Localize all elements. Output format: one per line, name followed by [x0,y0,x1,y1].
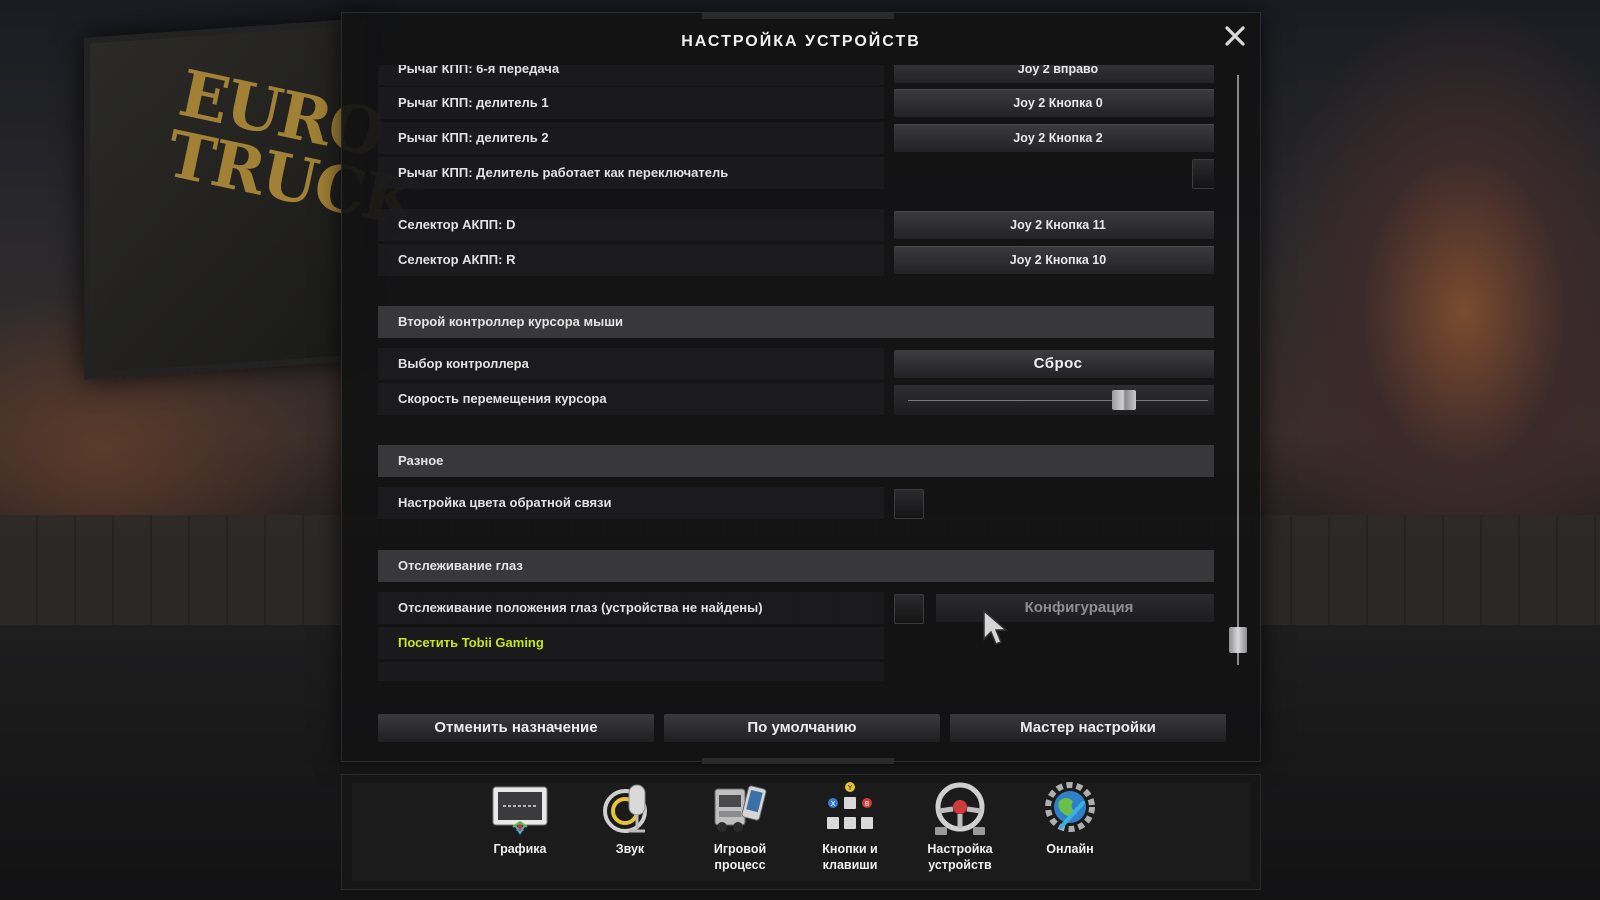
svg-text:Y: Y [847,784,853,792]
close-icon[interactable] [1222,23,1248,49]
row-label: Выбор контроллера [378,348,884,380]
bind-button-splitter-2[interactable]: Joy 2 Кнопка 2 [894,124,1214,152]
bind-button-auto-d[interactable]: Joy 2 Кнопка 11 [894,211,1214,239]
row-label: Рычаг КПП: 6-я передача [378,65,884,85]
row-auto-d: Селектор АКПП: D Joy 2 Кнопка 11 [378,209,1214,241]
feedback-color-checkbox[interactable] [894,489,924,519]
section-header-eye-tracking: Отслеживание глаз [378,550,1214,582]
row-eye-tracking: Отслеживание положения глаз (устройства … [378,592,1214,624]
slider-track [908,400,1208,401]
nav-label-keys-2: клавиши [822,858,878,872]
nav-label-devices-2: устройств [928,858,992,872]
row-label: Селектор АКПП: R [378,244,884,276]
row-label: Рычаг КПП: Делитель работает как переклю… [378,157,884,189]
settings-list[interactable]: Рычаг КПП: 6-я передача Joy 2 вправо Рыч… [378,65,1214,681]
scrollbar-thumb[interactable] [1229,627,1247,653]
row-label: Скорость перемещения курсора [378,383,884,415]
nav-label-gameplay-2: процесс [714,858,766,872]
svg-text:X: X [831,800,836,808]
microphone-icon [603,784,647,833]
gamepad-keys-icon: Y X B [827,782,873,829]
svg-text:B: B [865,800,870,808]
bind-button-splitter-1[interactable]: Joy 2 Кнопка 0 [894,89,1214,117]
device-settings-dialog: НАСТРОЙКА УСТРОЙСТВ Рычаг КПП: 6-я перед… [341,12,1261,764]
row-auto-r: Селектор АКПП: R Joy 2 Кнопка 10 [378,244,1214,276]
nav-item-online[interactable]: Онлайн [1020,781,1120,877]
configuration-button[interactable]: Конфигурация [936,594,1214,622]
steering-wheel-icon [935,782,985,835]
setup-wizard-button[interactable]: Мастер настройки [950,714,1226,742]
scrollbar-track[interactable] [1237,75,1239,665]
tobii-gaming-link[interactable]: Посетить Tobii Gaming [378,627,884,659]
truck-phone-icon [714,785,767,832]
settings-navigation-bar: Графика Звук Игровой процесс Y X B Кнопк… [341,774,1261,890]
row-label: Отслеживание положения глаз (устройства … [378,592,884,624]
slider-thumb[interactable] [1112,390,1137,410]
row-label: Рычаг КПП: делитель 1 [378,87,884,119]
dialog-tab-bottom [702,758,894,764]
bind-button-auto-r[interactable]: Joy 2 Кнопка 10 [894,246,1214,274]
default-button[interactable]: По умолчанию [664,714,940,742]
row-label: Рычаг КПП: делитель 2 [378,122,884,154]
row-label: Селектор АКПП: D [378,209,884,241]
dialog-tab-top [702,13,894,19]
nav-item-graphics[interactable]: Графика [470,781,570,877]
nav-item-gameplay[interactable]: Игровой процесс [690,781,790,877]
background-sunset [1260,0,1600,520]
nav-item-sound[interactable]: Звук [580,781,680,877]
section-header-mouse: Второй контроллер курсора мыши [378,306,1214,338]
globe-gear-icon [1045,782,1095,832]
nav-label-sound: Звук [615,842,645,856]
nav-label-online: Онлайн [1046,842,1094,856]
nav-label-devices-1: Настройка [927,842,993,856]
row-empty [378,662,1214,681]
row-label: Настройка цвета обратной связи [378,487,884,519]
nav-item-keys[interactable]: Y X B Кнопки и клавиши [800,781,900,877]
cursor-speed-slider[interactable] [894,385,1214,415]
row-feedback-color: Настройка цвета обратной связи [378,487,1214,519]
monitor-icon [492,786,548,835]
bind-button-gear-6[interactable]: Joy 2 вправо [894,65,1214,83]
eye-tracking-checkbox[interactable] [894,594,924,624]
row-splitter-toggle: Рычаг КПП: Делитель работает как переклю… [378,157,1214,189]
reset-button[interactable]: Сброс [894,350,1214,378]
row-tobii-link: Посетить Tobii Gaming [378,627,1214,659]
cancel-assignment-button[interactable]: Отменить назначение [378,714,654,742]
dialog-title: НАСТРОЙКА УСТРОЙСТВ [681,33,921,50]
section-header-misc: Разное [378,445,1214,477]
splitter-toggle-checkbox[interactable] [1192,159,1214,189]
row-controller-select: Выбор контроллера Сброс [378,348,1214,380]
nav-label-gameplay-1: Игровой [713,842,767,856]
mouse-cursor-icon [983,609,1008,645]
row-cursor-speed: Скорость перемещения курсора [378,383,1214,415]
row-gear-6: Рычаг КПП: 6-я передача Joy 2 вправо [378,65,1214,85]
nav-label-graphics: Графика [493,842,547,856]
row-empty-label [378,662,884,681]
nav-item-devices[interactable]: Настройка устройств [910,781,1010,877]
row-splitter-1: Рычаг КПП: делитель 1 Joy 2 Кнопка 0 [378,87,1214,119]
row-splitter-2: Рычаг КПП: делитель 2 Joy 2 Кнопка 2 [378,122,1214,154]
nav-label-keys-1: Кнопки и [822,842,878,856]
